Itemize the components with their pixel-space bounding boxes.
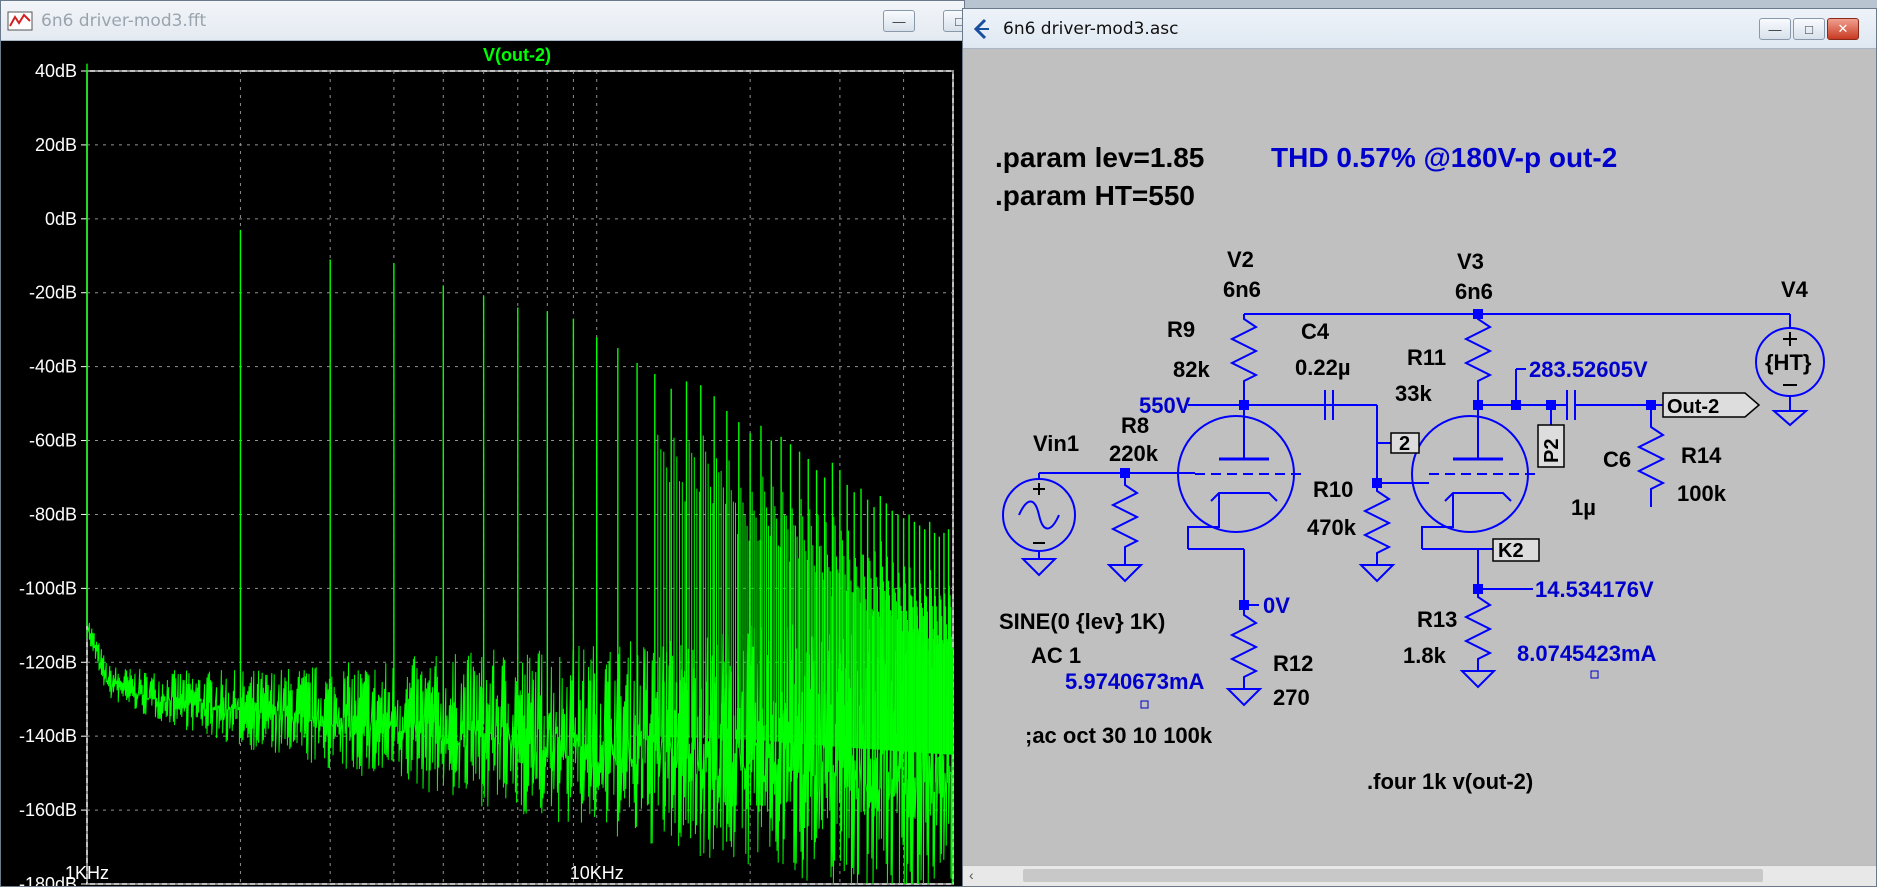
vin1-name-label[interactable]: Vin1: [1033, 431, 1079, 456]
net-label-2: 2: [1399, 433, 1410, 455]
node-voltage-550v[interactable]: 550V: [1139, 393, 1191, 418]
resistor-r12: [1229, 605, 1259, 689]
v2-name-label[interactable]: V2: [1227, 247, 1254, 272]
resistor-r9: [1229, 314, 1259, 405]
r12-name-label[interactable]: R12: [1273, 651, 1313, 676]
fft-titlebar[interactable]: 6n6 driver-mod3.fft ― □: [1, 1, 975, 41]
net-label-p2: P2: [1541, 439, 1563, 463]
ac-comment[interactable]: ;ac oct 30 10 100k: [1025, 723, 1213, 748]
c4-value-label[interactable]: 0.22µ: [1295, 355, 1351, 380]
schematic-minimize-button[interactable]: ―: [1759, 18, 1791, 40]
x-tick-label: 1KHz: [65, 863, 109, 883]
y-tick-label: -100dB: [19, 578, 77, 598]
node-voltage-0v[interactable]: 0V: [1263, 593, 1290, 618]
r10-name-label[interactable]: R10: [1313, 477, 1353, 502]
y-tick-label: 20dB: [35, 135, 77, 155]
schematic-window-title: 6n6 driver-mod3.asc: [1003, 19, 1179, 39]
v3-type-label[interactable]: 6n6: [1455, 279, 1493, 304]
resistor-r11: [1463, 314, 1493, 405]
thd-comment[interactable]: THD 0.57% @180V-p out-2: [1271, 142, 1617, 173]
four-directive[interactable]: .four 1k v(out-2): [1367, 769, 1533, 794]
schematic-titlebar[interactable]: 6n6 driver-mod3.asc ― □ ✕: [963, 9, 1876, 49]
y-tick-label: -20dB: [29, 283, 77, 303]
node-voltage-14v[interactable]: 14.534176V: [1535, 577, 1654, 602]
horizontal-scrollbar[interactable]: ‹: [963, 865, 1876, 886]
c4-name-label[interactable]: C4: [1301, 319, 1330, 344]
plot-title: V(out-2): [483, 45, 551, 65]
r14-name-label[interactable]: R14: [1681, 443, 1722, 468]
current-probe-marker: [1590, 670, 1599, 679]
schematic-close-button[interactable]: ✕: [1827, 18, 1859, 40]
minimize-icon: ―: [892, 13, 906, 29]
current-r12[interactable]: 5.9740673mA: [1065, 669, 1205, 694]
close-icon: ✕: [1837, 21, 1849, 36]
waveform-app-icon: [7, 11, 33, 31]
r11-name-label[interactable]: R11: [1407, 345, 1446, 370]
r11-value-label[interactable]: 33k: [1395, 381, 1432, 406]
fft-plot[interactable]: V(out-2) 40dB 20dB 0dB -20dB -40dB -60dB -80dB…: [1, 41, 964, 886]
current-probe-marker: [1140, 700, 1149, 709]
fft-window-title: 6n6 driver-mod3.fft: [41, 11, 207, 31]
r13-name-label[interactable]: R13: [1417, 607, 1457, 632]
r14-value-label[interactable]: 100k: [1677, 481, 1727, 506]
y-tick-labels: 40dB 20dB 0dB -20dB -40dB -60dB -80dB -100dB -12…: [19, 61, 77, 886]
c6-value-label[interactable]: 1µ: [1571, 495, 1596, 520]
r13-value-label[interactable]: 1.8k: [1403, 643, 1447, 668]
y-tick-label: 40dB: [35, 61, 77, 81]
ltspice-app-icon: [973, 18, 989, 40]
scroll-left-icon[interactable]: ‹: [969, 867, 974, 883]
vin1-ac-label[interactable]: AC 1: [1031, 643, 1081, 668]
v4-name-label[interactable]: V4: [1781, 277, 1809, 302]
schematic-canvas[interactable]: .param lev=1.85 .param HT=550 THD 0.57% …: [963, 49, 1876, 867]
node-voltage-283v[interactable]: 283.52605V: [1529, 357, 1648, 382]
r9-value-label[interactable]: 82k: [1173, 357, 1210, 382]
v4-value-label[interactable]: {HT}: [1765, 350, 1812, 375]
resistor-r8: [1110, 473, 1140, 565]
fft-minimize-button[interactable]: ―: [883, 10, 915, 32]
minimize-icon: ―: [1768, 21, 1782, 37]
schematic-window: 6n6 driver-mod3.asc ― □ ✕ .param lev=1.8…: [962, 8, 1877, 887]
v3-name-label[interactable]: V3: [1457, 249, 1484, 274]
r12-value-label[interactable]: 270: [1273, 685, 1310, 710]
y-tick-label: -60dB: [29, 431, 77, 451]
net-label-k2: K2: [1498, 540, 1524, 562]
param-lev-directive[interactable]: .param lev=1.85: [995, 142, 1204, 173]
y-tick-label: -120dB: [19, 652, 77, 672]
v2-type-label[interactable]: 6n6: [1223, 277, 1261, 302]
resistor-r14: [1636, 405, 1666, 507]
schematic-maximize-button[interactable]: □: [1793, 18, 1825, 40]
r10-value-label[interactable]: 470k: [1307, 515, 1357, 540]
r8-value-label[interactable]: 220k: [1109, 441, 1159, 466]
y-tick-label: -140dB: [19, 726, 77, 746]
param-ht-directive[interactable]: .param HT=550: [995, 180, 1195, 211]
scroll-thumb[interactable]: [1023, 869, 1763, 882]
resistor-r13: [1463, 589, 1493, 671]
net-label-out2: Out-2: [1667, 396, 1719, 418]
fft-window: 6n6 driver-mod3.fft ― □ V(out-2) 40dB 20d…: [0, 0, 975, 887]
vin1-sine-label[interactable]: SINE(0 {lev} 1K): [999, 609, 1165, 634]
current-r13[interactable]: 8.0745423mA: [1517, 641, 1657, 666]
y-tick-label: 0dB: [45, 209, 77, 229]
y-tick-label: -40dB: [29, 357, 77, 377]
y-tick-label: -160dB: [19, 800, 77, 820]
r9-name-label[interactable]: R9: [1167, 317, 1195, 342]
y-tick-label: -80dB: [29, 504, 77, 524]
maximize-icon: □: [1805, 21, 1813, 37]
x-tick-label: 10KHz: [570, 863, 624, 883]
resistor-r10: [1362, 483, 1392, 565]
c6-name-label[interactable]: C6: [1603, 447, 1631, 472]
